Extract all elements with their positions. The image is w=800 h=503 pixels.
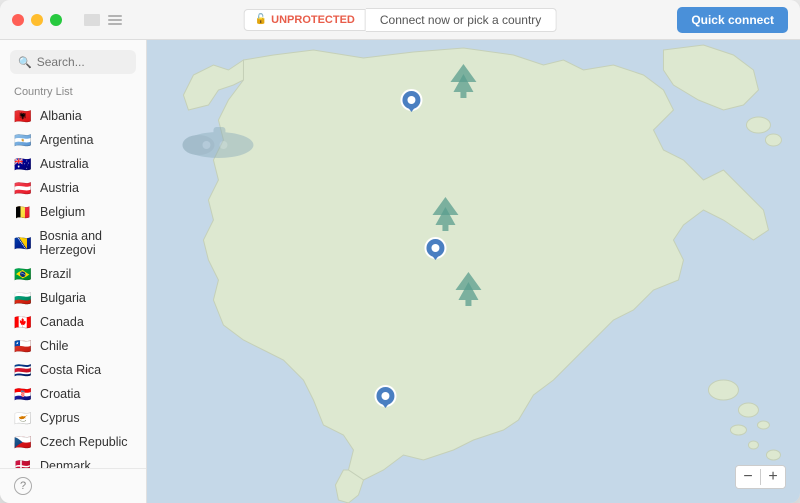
country-name: Cyprus (40, 411, 80, 425)
map-area: − + (147, 40, 800, 503)
country-flag: 🇧🇬 (14, 291, 32, 305)
country-name: Brazil (40, 267, 71, 281)
country-item[interactable]: 🇧🇷 Brazil (0, 262, 146, 286)
country-name: Czech Republic (40, 435, 128, 449)
country-flag: 🇦🇺 (14, 157, 32, 171)
country-flag: 🇧🇦 (14, 236, 31, 250)
search-icon: 🔍 (18, 56, 32, 69)
country-flag: 🇩🇰 (14, 459, 32, 468)
country-flag: 🇨🇱 (14, 339, 32, 353)
search-box[interactable]: 🔍 (10, 50, 136, 74)
country-flag: 🇨🇦 (14, 315, 32, 329)
minimize-button[interactable] (31, 14, 43, 26)
country-item[interactable]: 🇨🇷 Costa Rica (0, 358, 146, 382)
country-list: 🇦🇱 Albania 🇦🇷 Argentina 🇦🇺 Australia 🇦🇹 Austria… (0, 104, 146, 468)
country-list-label: Country List (0, 82, 146, 104)
country-item[interactable]: 🇭🇷 Croatia (0, 382, 146, 406)
country-item[interactable]: 🇧🇬 Bulgaria (0, 286, 146, 310)
close-button[interactable] (12, 14, 24, 26)
country-item[interactable]: 🇦🇺 Australia (0, 152, 146, 176)
traffic-lights (12, 14, 62, 26)
country-flag: 🇨🇿 (14, 435, 32, 449)
country-item[interactable]: 🇨🇦 Canada (0, 310, 146, 334)
country-flag: 🇧🇪 (14, 205, 32, 219)
connect-instruction: Connect now or pick a country (366, 8, 556, 32)
country-name: Austria (40, 181, 79, 195)
sidebar-toggle-icon[interactable] (84, 14, 100, 26)
country-name: Denmark (40, 459, 91, 468)
sidebar: 🔍 Country List 🇦🇱 Albania 🇦🇷 Argentina 🇦🇺 Aus… (0, 40, 147, 503)
status-badge: UNPROTECTED (244, 9, 366, 31)
country-name: Canada (40, 315, 84, 329)
sidebar-bottom: ? (0, 468, 146, 503)
country-item[interactable]: 🇨🇱 Chile (0, 334, 146, 358)
country-item[interactable]: 🇦🇹 Austria (0, 176, 146, 200)
country-flag: 🇦🇹 (14, 181, 32, 195)
map-svg (147, 40, 800, 503)
country-name: Australia (40, 157, 89, 171)
country-name: Bulgaria (40, 291, 86, 305)
country-flag: 🇨🇾 (14, 411, 32, 425)
zoom-in-button[interactable]: + (761, 466, 785, 488)
country-item[interactable]: 🇧🇦 Bosnia and Herzegovi (0, 224, 146, 262)
menu-icon[interactable] (108, 15, 122, 25)
search-input[interactable] (37, 55, 128, 69)
main-layout: 🔍 Country List 🇦🇱 Albania 🇦🇷 Argentina 🇦🇺 Aus… (0, 40, 800, 503)
country-item[interactable]: 🇦🇷 Argentina (0, 128, 146, 152)
country-flag: 🇧🇷 (14, 267, 32, 281)
country-name: Croatia (40, 387, 80, 401)
help-icon[interactable]: ? (14, 477, 32, 495)
country-item[interactable]: 🇩🇰 Denmark (0, 454, 146, 468)
country-flag: 🇭🇷 (14, 387, 32, 401)
country-item[interactable]: 🇨🇾 Cyprus (0, 406, 146, 430)
titlebar-center: UNPROTECTED Connect now or pick a countr… (244, 8, 557, 32)
country-item[interactable]: 🇦🇱 Albania (0, 104, 146, 128)
country-name: Costa Rica (40, 363, 101, 377)
quick-connect-button[interactable]: Quick connect (677, 7, 788, 33)
zoom-out-button[interactable]: − (736, 466, 760, 488)
country-name: Argentina (40, 133, 94, 147)
country-name: Bosnia and Herzegovi (39, 229, 132, 257)
country-item[interactable]: 🇨🇿 Czech Republic (0, 430, 146, 454)
maximize-button[interactable] (50, 14, 62, 26)
country-item[interactable]: 🇧🇪 Belgium (0, 200, 146, 224)
zoom-controls: − + (735, 465, 786, 489)
country-name: Albania (40, 109, 82, 123)
country-name: Belgium (40, 205, 85, 219)
titlebar: UNPROTECTED Connect now or pick a countr… (0, 0, 800, 40)
country-flag: 🇨🇷 (14, 363, 32, 377)
country-name: Chile (40, 339, 69, 353)
country-flag: 🇦🇷 (14, 133, 32, 147)
titlebar-icons (84, 14, 122, 26)
country-flag: 🇦🇱 (14, 109, 32, 123)
